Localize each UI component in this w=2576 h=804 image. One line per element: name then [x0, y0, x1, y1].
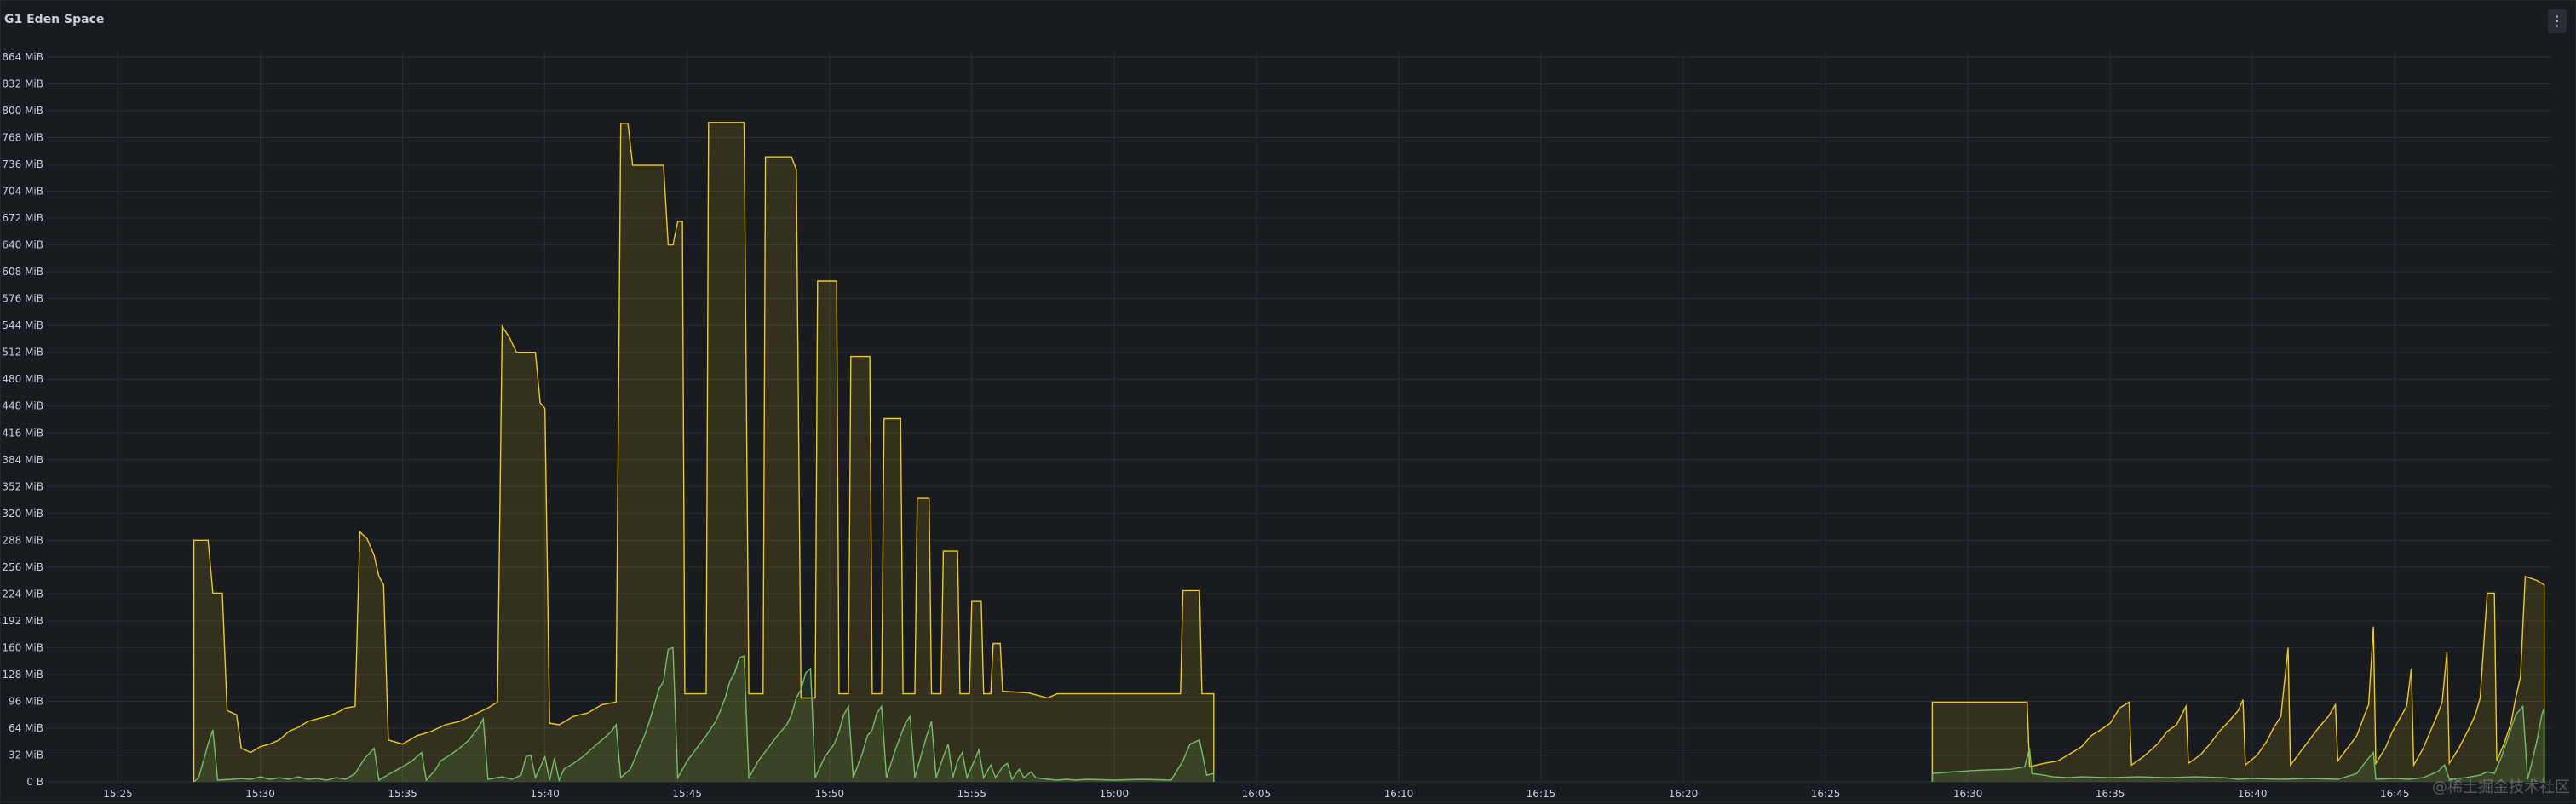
series-area-0 — [193, 122, 1214, 783]
y-tick-label: 736 MiB — [2, 158, 43, 170]
x-tick-label: 16:05 — [1242, 788, 1272, 800]
x-tick-label: 16:35 — [2096, 788, 2125, 800]
y-tick-label: 512 MiB — [2, 347, 43, 359]
x-tick-label: 16:30 — [1953, 788, 1983, 800]
y-tick-label: 128 MiB — [2, 669, 43, 681]
timeseries-chart: 0 B 32 MiB 64 MiB 96 MiB 128 MiB 160 MiB 192 M… — [2, 51, 2551, 800]
graph-panel: G1 Eden Space ⋮ 0 B 32 MiB 64 MiB 96 MiB 128… — [0, 0, 2576, 803]
y-tick-label: 576 MiB — [2, 293, 43, 305]
y-tick-label: 384 MiB — [2, 454, 43, 466]
x-tick-label: 16:20 — [1669, 788, 1699, 800]
y-tick-label: 832 MiB — [2, 78, 43, 90]
y-tick-label: 352 MiB — [2, 480, 43, 492]
x-tick-label: 15:45 — [672, 788, 702, 800]
y-tick-label: 288 MiB — [2, 534, 43, 546]
y-tick-label: 64 MiB — [9, 722, 43, 734]
x-tick-label: 15:25 — [103, 788, 133, 800]
y-tick-label: 672 MiB — [2, 212, 43, 224]
watermark: @稀土掘金技术社区 — [2432, 778, 2570, 796]
x-tick-label: 16:00 — [1100, 788, 1130, 800]
y-tick-label: 320 MiB — [2, 508, 43, 520]
y-tick-label: 608 MiB — [2, 266, 43, 278]
y-tick-label: 224 MiB — [2, 588, 43, 600]
x-tick-label: 16:25 — [1811, 788, 1841, 800]
x-tick-label: 15:35 — [388, 788, 417, 800]
y-tick-label: 768 MiB — [2, 132, 43, 144]
x-tick-label: 15:40 — [530, 788, 560, 800]
y-tick-label: 800 MiB — [2, 105, 43, 117]
series-area-1 — [1932, 576, 2544, 782]
x-tick-label: 15:50 — [814, 788, 844, 800]
y-tick-label: 864 MiB — [2, 51, 43, 63]
y-tick-label: 640 MiB — [2, 239, 43, 251]
y-tick-label: 160 MiB — [2, 641, 43, 653]
y-tick-label: 32 MiB — [9, 749, 43, 761]
y-tick-label: 256 MiB — [2, 561, 43, 573]
y-tick-label: 704 MiB — [2, 186, 43, 198]
x-tick-label: 16:40 — [2238, 788, 2268, 800]
x-tick-label: 16:15 — [1527, 788, 1556, 800]
y-tick-label: 480 MiB — [2, 373, 43, 385]
x-tick-label: 16:45 — [2380, 788, 2410, 800]
x-tick-label: 15:30 — [245, 788, 275, 800]
y-tick-label: 192 MiB — [2, 615, 43, 627]
y-tick-label: 448 MiB — [2, 400, 43, 412]
x-tick-label: 16:10 — [1384, 788, 1414, 800]
y-tick-label: 544 MiB — [2, 319, 43, 331]
series-line-0 — [193, 122, 1215, 782]
x-tick-label: 15:55 — [957, 788, 986, 800]
y-tick-label: 416 MiB — [2, 427, 43, 439]
y-tick-label: 0 B — [26, 776, 43, 788]
y-tick-label: 96 MiB — [9, 695, 43, 707]
